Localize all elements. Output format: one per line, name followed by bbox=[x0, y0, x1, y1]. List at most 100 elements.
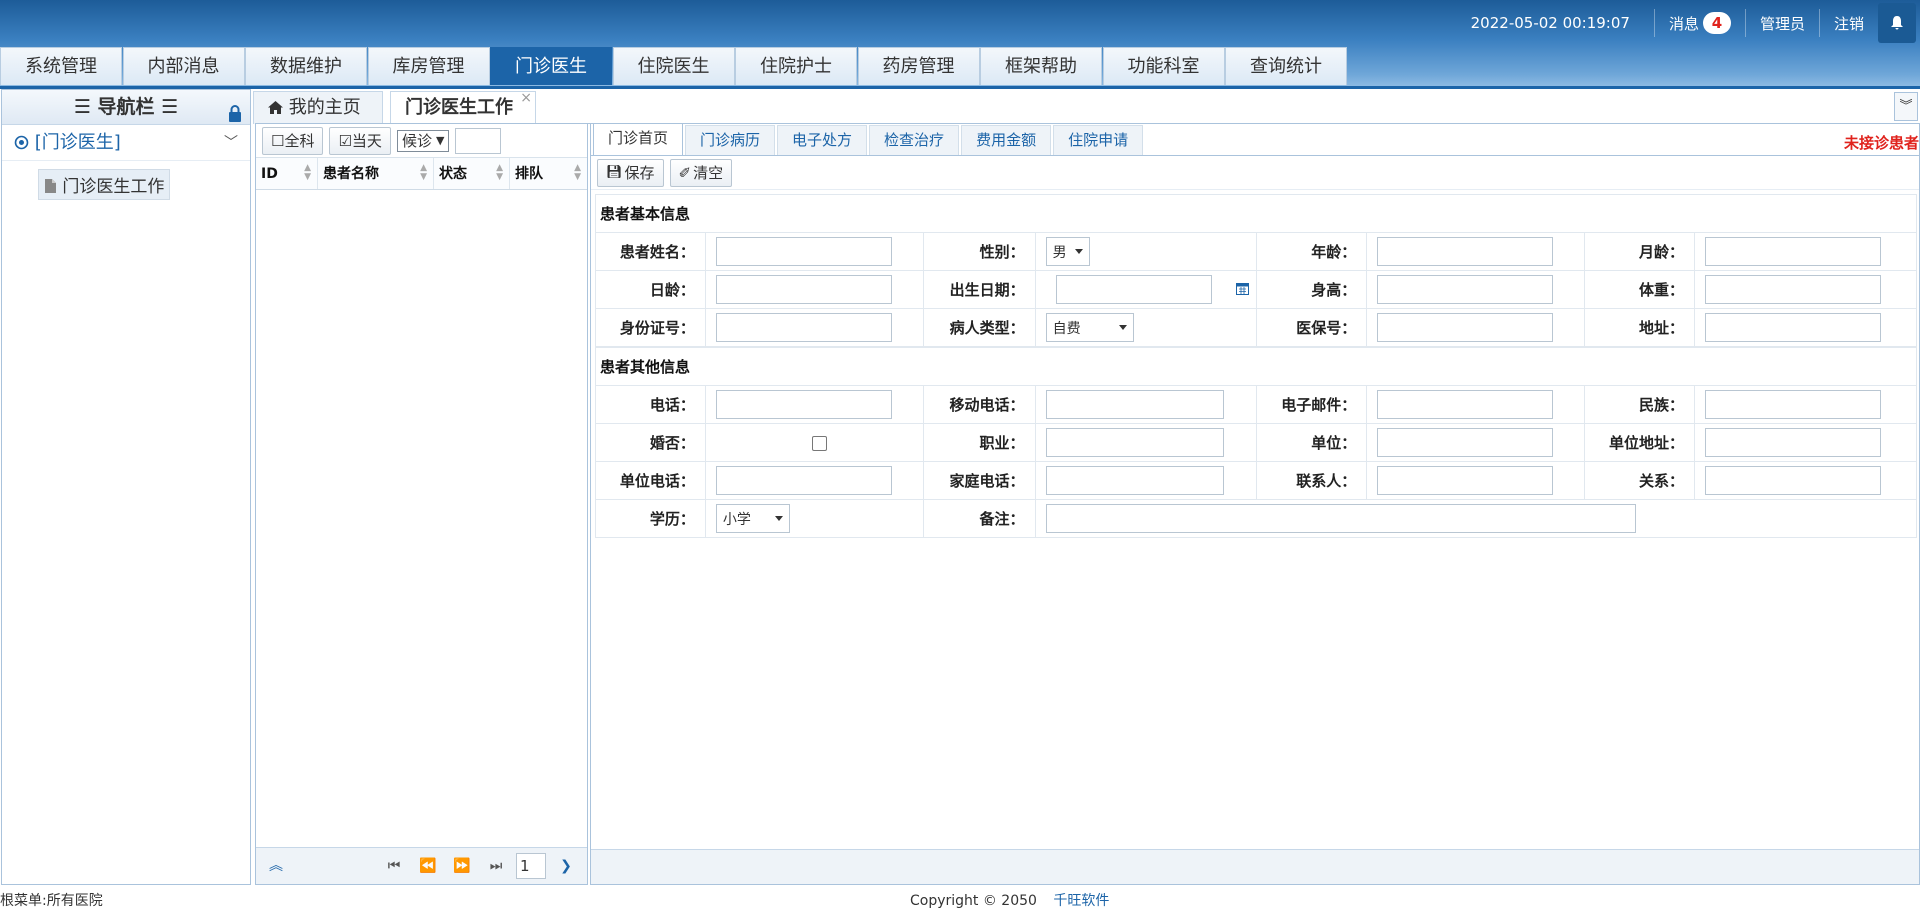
prev-page-icon[interactable]: ⏪ bbox=[414, 852, 442, 880]
section-basic-info: 患者基本信息 bbox=[595, 194, 1917, 232]
mobile-input[interactable] bbox=[1045, 390, 1224, 419]
education-select[interactable]: 小学 bbox=[715, 504, 790, 533]
column-header-id[interactable]: ID ▲ ▼ bbox=[256, 158, 318, 189]
first-page-icon[interactable]: ⏮ bbox=[380, 852, 408, 880]
top-info-bar: 2022-05-02 00:19:07 消息 4 管理员 注销 bbox=[1471, 0, 1920, 46]
user-link[interactable]: 管理员 bbox=[1746, 13, 1819, 34]
patient-list-panel: ☐ 全科 ☑ 当天 候诊 ▼ ID ▲ ▼ 患者名称 ▲ ▼ 状态 ▲ ▼ 排队 ▲ ▼ ︽ ⏮ ⏪… bbox=[255, 123, 588, 885]
chevron-down-icon bbox=[1074, 249, 1083, 254]
tab-fees[interactable]: 费用金额 bbox=[961, 125, 1052, 155]
insurance-input[interactable] bbox=[1377, 313, 1554, 342]
double-chevron-up-icon[interactable]: ︽ bbox=[262, 852, 290, 880]
weight-label: 体重： bbox=[1584, 270, 1696, 309]
last-page-icon[interactable]: ⏭ bbox=[482, 852, 510, 880]
age-day-input[interactable] bbox=[715, 275, 892, 304]
column-header-name[interactable]: 患者名称 ▲ ▼ bbox=[318, 158, 434, 189]
column-header-status[interactable]: 状态 ▲ ▼ bbox=[434, 158, 510, 189]
name-input[interactable] bbox=[715, 237, 892, 266]
tab-outpatient-home[interactable]: 门诊首页 bbox=[593, 123, 684, 155]
calendar-icon[interactable] bbox=[1236, 281, 1250, 299]
age-month-input[interactable] bbox=[1705, 237, 1882, 266]
patient-table-header: ID ▲ ▼ 患者名称 ▲ ▼ 状态 ▲ ▼ 排队 ▲ ▼ bbox=[256, 158, 587, 190]
name-label: 患者姓名： bbox=[595, 232, 706, 271]
menu-item-query-stats[interactable]: 查询统计 bbox=[1225, 47, 1347, 85]
height-input[interactable] bbox=[1377, 275, 1554, 304]
patient-type-select[interactable]: 自费 bbox=[1045, 313, 1134, 342]
phone-input[interactable] bbox=[715, 390, 892, 419]
menu-item-outpatient-doctor[interactable]: 门诊医生 bbox=[490, 47, 612, 85]
ethnicity-input[interactable] bbox=[1705, 390, 1882, 419]
save-icon: 💾︎ bbox=[606, 165, 623, 180]
workspace-tabs: 门诊首页 门诊病历 电子处方 检查治疗 费用金额 住院申请 未接诊患者 bbox=[591, 123, 1919, 156]
home-phone-input[interactable] bbox=[1045, 466, 1224, 495]
form-actions: 💾︎ 保存 ✐ 清空 bbox=[591, 156, 1919, 190]
employer-phone-input[interactable] bbox=[715, 466, 892, 495]
next-page-icon[interactable]: ⏩ bbox=[448, 852, 476, 880]
close-icon[interactable]: × bbox=[520, 83, 532, 114]
company-link[interactable]: 千旺软件 bbox=[1053, 893, 1109, 909]
tab-medical-record[interactable]: 门诊病历 bbox=[685, 125, 776, 155]
column-label: 患者名称 bbox=[323, 166, 379, 182]
mobile-label: 移动电话： bbox=[922, 385, 1036, 424]
go-page-icon[interactable]: ❯ bbox=[552, 852, 580, 880]
copyright: Copyright © 2050 千旺软件 bbox=[910, 890, 1109, 910]
email-input[interactable] bbox=[1377, 390, 1554, 419]
birth-date-input[interactable] bbox=[1055, 275, 1212, 304]
patient-list-toolbar: ☐ 全科 ☑ 当天 候诊 ▼ bbox=[256, 124, 587, 158]
age-input[interactable] bbox=[1377, 237, 1554, 266]
remark-input[interactable] bbox=[1045, 504, 1636, 533]
bell-icon[interactable] bbox=[1878, 3, 1916, 43]
tab-admission[interactable]: 住院申请 bbox=[1053, 125, 1144, 155]
clear-button[interactable]: ✐ 清空 bbox=[669, 158, 733, 187]
menu-item-system[interactable]: 系统管理 bbox=[0, 47, 122, 85]
age-month-label: 月龄： bbox=[1584, 232, 1696, 271]
column-header-queue[interactable]: 排队 ▲ ▼ bbox=[510, 158, 587, 189]
menu-item-data-maintenance[interactable]: 数据维护 bbox=[245, 47, 367, 85]
file-icon bbox=[44, 177, 62, 197]
tab-prescription[interactable]: 电子处方 bbox=[777, 125, 868, 155]
all-dept-label: 全科 bbox=[284, 132, 315, 150]
tab-exam-treatment[interactable]: 检查治疗 bbox=[869, 125, 960, 155]
remark-label: 备注： bbox=[922, 499, 1036, 538]
address-input[interactable] bbox=[1705, 313, 1882, 342]
checkbox-icon: ☐ bbox=[271, 131, 285, 150]
address-label: 地址： bbox=[1584, 308, 1696, 347]
eraser-icon: ✐ bbox=[678, 163, 692, 182]
contact-label: 联系人： bbox=[1256, 461, 1368, 500]
employer-address-input[interactable] bbox=[1705, 428, 1882, 457]
patient-search-input[interactable] bbox=[455, 127, 502, 154]
status-select-value: 候诊 bbox=[401, 132, 432, 150]
relation-input[interactable] bbox=[1705, 466, 1882, 495]
employer-input[interactable] bbox=[1377, 428, 1554, 457]
menu-item-pharmacy[interactable]: 药房管理 bbox=[857, 47, 980, 85]
gender-select[interactable]: 男 bbox=[1045, 237, 1090, 266]
id-card-input[interactable] bbox=[715, 313, 892, 342]
logout-link[interactable]: 注销 bbox=[1820, 13, 1878, 34]
weight-input[interactable] bbox=[1705, 275, 1882, 304]
contact-input[interactable] bbox=[1377, 466, 1554, 495]
married-checkbox[interactable] bbox=[811, 435, 827, 451]
menu-item-messages[interactable]: 内部消息 bbox=[122, 47, 245, 85]
menu-item-inpatient-nurse[interactable]: 住院护士 bbox=[735, 47, 857, 85]
relation-label: 关系： bbox=[1584, 461, 1696, 500]
save-button[interactable]: 💾︎ 保存 bbox=[597, 158, 664, 187]
chevron-double-down-icon[interactable]: ︾ bbox=[1894, 92, 1918, 121]
menu-item-warehouse[interactable]: 库房管理 bbox=[367, 47, 490, 85]
status-select[interactable]: 候诊 ▼ bbox=[396, 129, 450, 152]
all-dept-checkbox[interactable]: ☐ 全科 bbox=[262, 126, 324, 155]
nav-group-outpatient[interactable]: [门诊医生] ﹀ bbox=[2, 125, 250, 161]
basic-info-table: 患者姓名： 性别： 男 年龄： 月龄： 日龄： 出生日期： 身高： 体重： 身份… bbox=[595, 232, 1917, 347]
occupation-input[interactable] bbox=[1045, 428, 1224, 457]
chevron-down-icon: ▼ bbox=[435, 134, 445, 147]
menu-item-inpatient-doctor[interactable]: 住院医生 bbox=[612, 47, 735, 85]
nav-item-outpatient-work[interactable]: 门诊医生工作 bbox=[38, 169, 171, 200]
today-checkbox[interactable]: ☑ 当天 bbox=[329, 126, 391, 155]
menu-item-framework-help[interactable]: 框架帮助 bbox=[980, 47, 1102, 85]
menu-item-function-dept[interactable]: 功能科室 bbox=[1102, 47, 1225, 85]
home-icon bbox=[268, 97, 289, 118]
tab-home[interactable]: 我的主页 bbox=[253, 91, 383, 124]
page-number-input[interactable]: 1 bbox=[516, 853, 546, 879]
messages-link[interactable]: 消息 4 bbox=[1655, 12, 1745, 34]
tab-outpatient-work[interactable]: 门诊医生工作 × bbox=[390, 90, 536, 125]
email-label: 电子邮件： bbox=[1256, 385, 1368, 424]
